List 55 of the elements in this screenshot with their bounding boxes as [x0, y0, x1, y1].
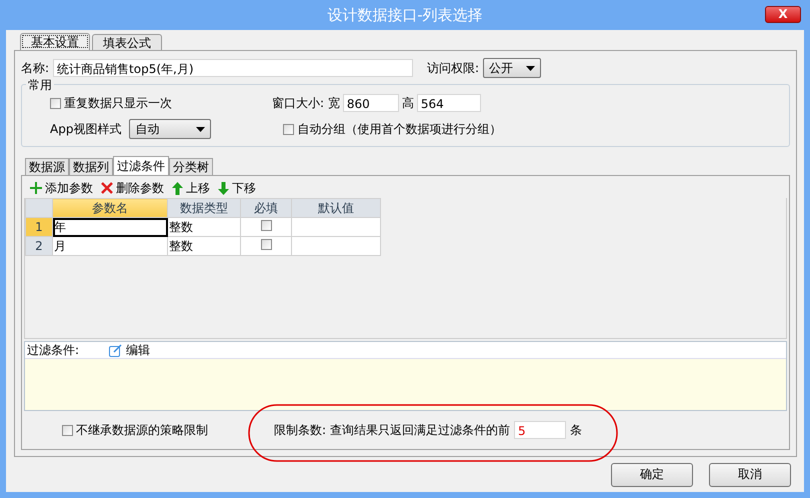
window-title: 设计数据接口-列表选择	[327, 6, 483, 24]
tab[interactable]: 填表公式	[92, 34, 162, 50]
access-dropdown[interactable]: 公开	[483, 58, 542, 78]
column-header: 数据类型	[168, 198, 240, 218]
table-cell: 整数	[168, 218, 240, 236]
dialog-button[interactable]: 确定	[611, 462, 693, 486]
checkbox-label: 自动分组（使用首个数据项进行分组）	[297, 120, 502, 138]
column-header: 参数名	[52, 198, 168, 218]
checkbox[interactable]	[260, 220, 272, 231]
window-size-label: 窗口大小: 宽	[272, 94, 340, 112]
dialog-button[interactable]: 取消	[709, 462, 791, 486]
filter-label: 过滤条件:	[27, 342, 80, 358]
down-arrow-icon	[218, 182, 229, 194]
toolbar-button[interactable]: 上移	[172, 180, 210, 196]
row-header[interactable]: 2	[26, 236, 52, 256]
height-label: 高	[402, 94, 414, 112]
tab[interactable]: 数据列	[69, 158, 113, 175]
table-cell: 整数	[168, 236, 240, 256]
limit-description: 查询结果只返回满足过滤条件的前	[330, 422, 510, 438]
delete-icon	[101, 182, 113, 194]
width-field[interactable]: 860	[342, 94, 399, 112]
row-header[interactable]: 1	[26, 218, 52, 236]
tab[interactable]: 过滤条件	[113, 156, 169, 175]
caret-icon	[196, 126, 206, 132]
table-cell[interactable]: 年	[52, 218, 168, 236]
toolbar-button[interactable]: 下移	[218, 180, 256, 196]
height-field[interactable]: 564	[416, 94, 481, 112]
checkbox[interactable]	[62, 424, 73, 436]
app-view-label: App视图样式	[50, 120, 122, 138]
checkbox[interactable]	[260, 239, 272, 250]
checkbox-label: 重复数据只显示一次	[64, 94, 172, 112]
up-arrow-icon	[172, 182, 183, 194]
app-view-dropdown[interactable]: 自动	[129, 119, 212, 140]
tab[interactable]: 基本设置	[20, 33, 90, 50]
plus-icon	[30, 182, 42, 194]
toolbar-button[interactable]: 删除参数	[101, 180, 164, 196]
checkbox[interactable]	[50, 98, 61, 109]
toolbar-button[interactable]: 添加参数	[30, 180, 93, 196]
edit-icon	[109, 344, 122, 356]
edit-button[interactable]: 编辑	[109, 342, 150, 358]
access-label: 访问权限:	[427, 60, 480, 77]
limit-field[interactable]: 5	[514, 421, 566, 439]
checkbox[interactable]	[283, 124, 294, 135]
tab[interactable]: 数据源	[25, 158, 69, 175]
unit-label: 条	[570, 422, 582, 438]
limit-label: 限制条数:	[274, 422, 326, 438]
name-field[interactable]: 统计商品销售top5(年,月)	[53, 59, 414, 78]
close-button[interactable]: X	[765, 6, 801, 23]
table-cell[interactable]: 月	[52, 236, 168, 256]
column-header: 必填	[240, 198, 292, 218]
caret-icon	[526, 66, 536, 71]
column-header: 默认值	[292, 198, 380, 218]
name-label: 名称:	[21, 60, 50, 77]
tab[interactable]: 分类树	[169, 158, 213, 175]
checkbox-label: 不继承数据源的策略限制	[76, 422, 208, 438]
